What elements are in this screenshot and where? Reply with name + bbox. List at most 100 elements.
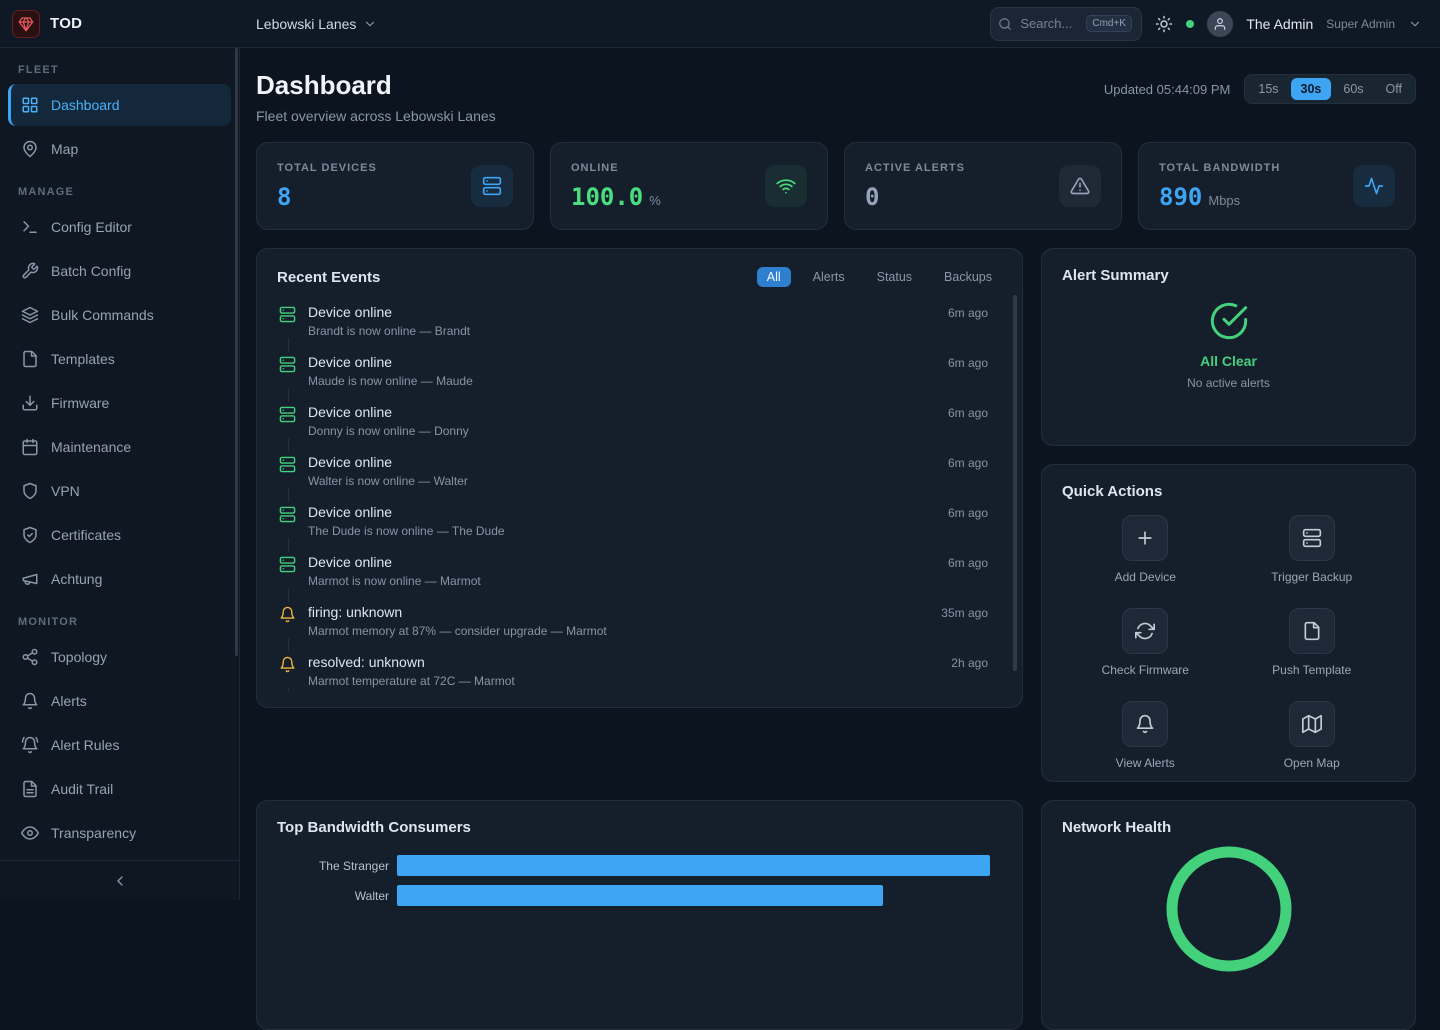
sidebar-item-config-editor[interactable]: Config Editor [8,206,231,248]
event-title: Device online [308,504,936,520]
stat-value: 8 [277,183,291,211]
event-row[interactable]: Device online Marmot is now online — Mar… [277,549,1002,599]
search-input[interactable] [1018,15,1080,32]
event-time: 35m ago [941,606,988,638]
sidebar-item-dashboard[interactable]: Dashboard [8,84,231,126]
network-health-title: Network Health [1062,819,1171,836]
sidebar-scrollbar[interactable] [235,48,238,656]
sidebar-item-label: Alerts [51,693,87,709]
sidebar-item-map[interactable]: Map [8,128,231,170]
sidebar-collapse-button[interactable] [0,860,239,900]
theme-toggle-button[interactable] [1155,15,1173,33]
sidebar-item-alerts[interactable]: Alerts [8,680,231,722]
megaphone-icon [21,570,39,588]
event-time: 2h ago [951,656,988,688]
server-icon [471,165,513,207]
refresh-option-off[interactable]: Off [1376,78,1412,100]
org-selector[interactable]: Lebowski Lanes [256,16,377,32]
network-health-gauge [1062,841,1395,977]
event-row[interactable]: Device online Maude is now online — Maud… [277,349,1002,399]
events-scrollbar[interactable] [1013,295,1017,671]
event-filter-all[interactable]: All [757,267,791,287]
refresh-option-60s[interactable]: 60s [1333,78,1373,100]
stat-value: 890 [1159,183,1202,211]
right-column: Alert Summary All Clear No active alerts… [1041,248,1416,782]
quick-action-trigger-backup[interactable]: Trigger Backup [1271,515,1352,584]
alert-summary-status: All Clear [1200,353,1257,369]
check-circle-icon [1209,301,1249,341]
map-pin-icon [21,140,39,158]
event-title: resolved: unknown [308,654,939,670]
activity-icon [1353,165,1395,207]
bandwidth-bar [397,855,990,876]
sidebar-item-maintenance[interactable]: Maintenance [8,426,231,468]
sidebar-item-bulk-commands[interactable]: Bulk Commands [8,294,231,336]
refresh-option-30s[interactable]: 30s [1291,78,1332,100]
server-icon [279,406,296,438]
server-icon [279,456,296,488]
avatar[interactable] [1207,11,1233,37]
chevron-left-icon [112,873,128,889]
bandwidth-bar-label: Walter [277,889,389,903]
sidebar-item-label: Audit Trail [51,781,113,797]
event-row[interactable]: firing: unknown Marmot memory at 87% — c… [277,599,1002,649]
user-menu-chevron-icon[interactable] [1408,17,1422,31]
sidebar-item-vpn[interactable]: VPN [8,470,231,512]
sidebar-item-alert-rules[interactable]: Alert Rules [8,724,231,766]
sidebar-section-monitor: MONITOR [18,616,221,628]
refresh-option-15s[interactable]: 15s [1248,78,1288,100]
event-row[interactable]: Device online Donny is now online — Donn… [277,399,1002,449]
event-filter-alerts[interactable]: Alerts [803,267,855,287]
quick-action-push-template[interactable]: Push Template [1272,608,1351,677]
terminal-icon [21,218,39,236]
sidebar-item-certificates[interactable]: Certificates [8,514,231,556]
event-row[interactable]: Device online Brandt is now online — Bra… [277,299,1002,349]
event-filter-status[interactable]: Status [867,267,922,287]
sidebar-item-templates[interactable]: Templates [8,338,231,380]
topbar: TOD Lebowski Lanes Cmd+K The Admin Super… [0,0,1440,48]
quick-action-view-alerts[interactable]: View Alerts [1116,701,1175,770]
quick-action-check-firmware[interactable]: Check Firmware [1102,608,1189,677]
event-row[interactable]: Device online The Dude is now online — T… [277,499,1002,549]
sidebar-item-audit-trail[interactable]: Audit Trail [8,768,231,810]
quick-actions-card: Quick Actions Add Device Trigger Backup … [1041,464,1416,782]
refresh-icon [1122,608,1168,654]
event-detail: Marmot temperature at 72C — Marmot [308,674,939,688]
bandwidth-bar-row: Walter [277,885,1002,906]
search-input-wrap[interactable]: Cmd+K [990,7,1142,41]
event-time: 6m ago [948,456,988,488]
shield-check-icon [21,526,39,544]
bell-icon [1122,701,1168,747]
calendar-icon [21,438,39,456]
recent-events-title: Recent Events [277,269,380,286]
event-row[interactable]: Device online Walter is now online — Wal… [277,449,1002,499]
sidebar-item-achtung[interactable]: Achtung [8,558,231,600]
event-detail: Marmot is now online — Marmot [308,574,936,588]
bell-icon [21,692,39,710]
sidebar-item-transparency[interactable]: Transparency [8,812,231,854]
stat-card-online: ONLINE 100.0 % [550,142,828,230]
event-title: Device online [308,354,936,370]
stat-label: TOTAL DEVICES [277,162,377,174]
network-health-card: Network Health [1041,800,1416,1030]
quick-action-add-device[interactable]: Add Device [1115,515,1176,584]
event-title: firing: unknown [308,604,929,620]
event-title: Device online [308,454,936,470]
event-filter-backups[interactable]: Backups [934,267,1002,287]
sidebar-item-firmware[interactable]: Firmware [8,382,231,424]
sidebar-item-label: Dashboard [51,97,120,113]
sidebar-item-label: Achtung [51,571,102,587]
sidebar-item-label: Batch Config [51,263,131,279]
stat-card-total-devices: TOTAL DEVICES 8 [256,142,534,230]
main-content: Dashboard Fleet overview across Lebowski… [240,48,1440,1030]
sidebar-item-batch-config[interactable]: Batch Config [8,250,231,292]
sidebar-item-topology[interactable]: Topology [8,636,231,678]
search-shortcut-badge: Cmd+K [1086,15,1132,32]
event-time: 6m ago [948,406,988,438]
alert-summary-title: Alert Summary [1062,267,1169,284]
event-row[interactable]: resolved: unknown Marmot temperature at … [277,649,1002,691]
quick-action-open-map[interactable]: Open Map [1284,701,1340,770]
sidebar-item-label: Firmware [51,395,109,411]
updated-timestamp: Updated 05:44:09 PM [1104,82,1230,97]
sidebar-item-label: Topology [51,649,107,665]
